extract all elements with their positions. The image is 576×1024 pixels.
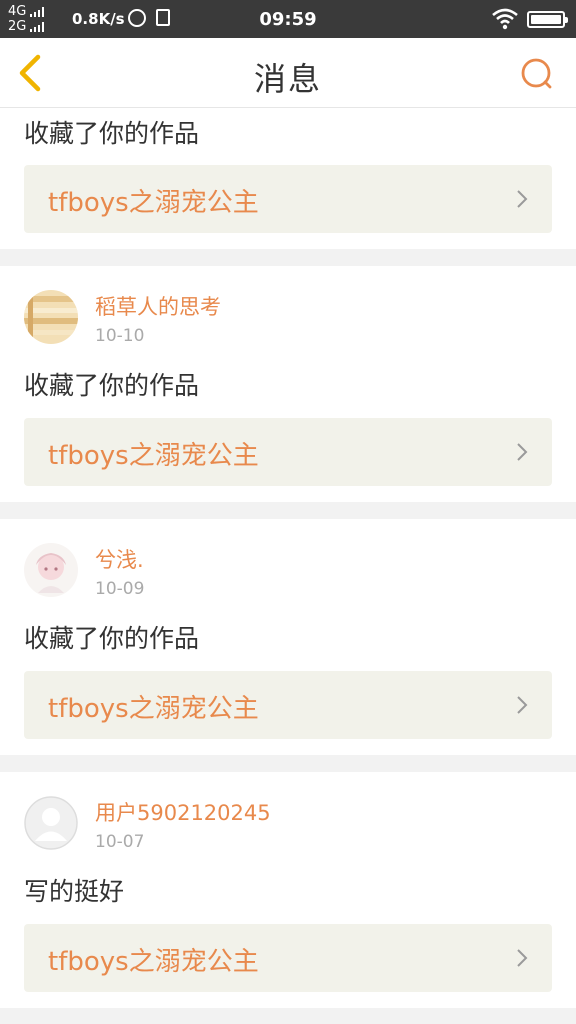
username[interactable]: 用户5902120245 <box>95 797 271 827</box>
message-date: 10-10 <box>95 326 145 346</box>
work-link[interactable]: tfboys之溺宠公主 <box>24 418 552 486</box>
work-title: tfboys之溺宠公主 <box>48 694 259 724</box>
message-card: 收藏了你的作品 tfboys之溺宠公主 <box>0 108 576 249</box>
chevron-right-icon <box>517 696 528 714</box>
message-text: 收藏了你的作品 <box>24 371 200 400</box>
wifi-icon <box>492 8 518 30</box>
message-text: 收藏了你的作品 <box>24 119 200 148</box>
work-title: tfboys之溺宠公主 <box>48 441 259 471</box>
work-link[interactable]: tfboys之溺宠公主 <box>24 924 552 992</box>
message-card: 用户5902120245 10-07 写的挺好 tfboys之溺宠公主 <box>0 772 576 1008</box>
message-date: 10-09 <box>95 579 145 599</box>
username[interactable]: 兮浅. <box>95 544 144 574</box>
message-date: 10-07 <box>95 832 145 852</box>
message-card: 稻草人的思考 10-10 收藏了你的作品 tfboys之溺宠公主 <box>0 266 576 502</box>
battery-icon <box>527 11 568 28</box>
status-bar: 4G 2G 0.8K/s 09:59 <box>0 0 576 38</box>
app-header: 消息 <box>0 38 576 108</box>
work-link[interactable]: tfboys之溺宠公主 <box>24 165 552 233</box>
chevron-right-icon <box>517 443 528 461</box>
work-title: tfboys之溺宠公主 <box>48 947 259 977</box>
avatar[interactable] <box>24 290 78 344</box>
avatar[interactable] <box>24 796 78 850</box>
message-text: 写的挺好 <box>24 877 125 906</box>
chevron-right-icon <box>517 949 528 967</box>
work-link[interactable]: tfboys之溺宠公主 <box>24 671 552 739</box>
message-text: 收藏了你的作品 <box>24 624 200 653</box>
avatar[interactable] <box>24 543 78 597</box>
work-title: tfboys之溺宠公主 <box>48 188 259 218</box>
chevron-right-icon <box>517 190 528 208</box>
username[interactable]: 稻草人的思考 <box>95 291 221 321</box>
message-card: 兮浅. 10-09 收藏了你的作品 tfboys之溺宠公主 <box>0 519 576 755</box>
search-button[interactable] <box>516 54 556 94</box>
clock: 09:59 <box>259 9 317 30</box>
page-title: 消息 <box>253 60 322 98</box>
